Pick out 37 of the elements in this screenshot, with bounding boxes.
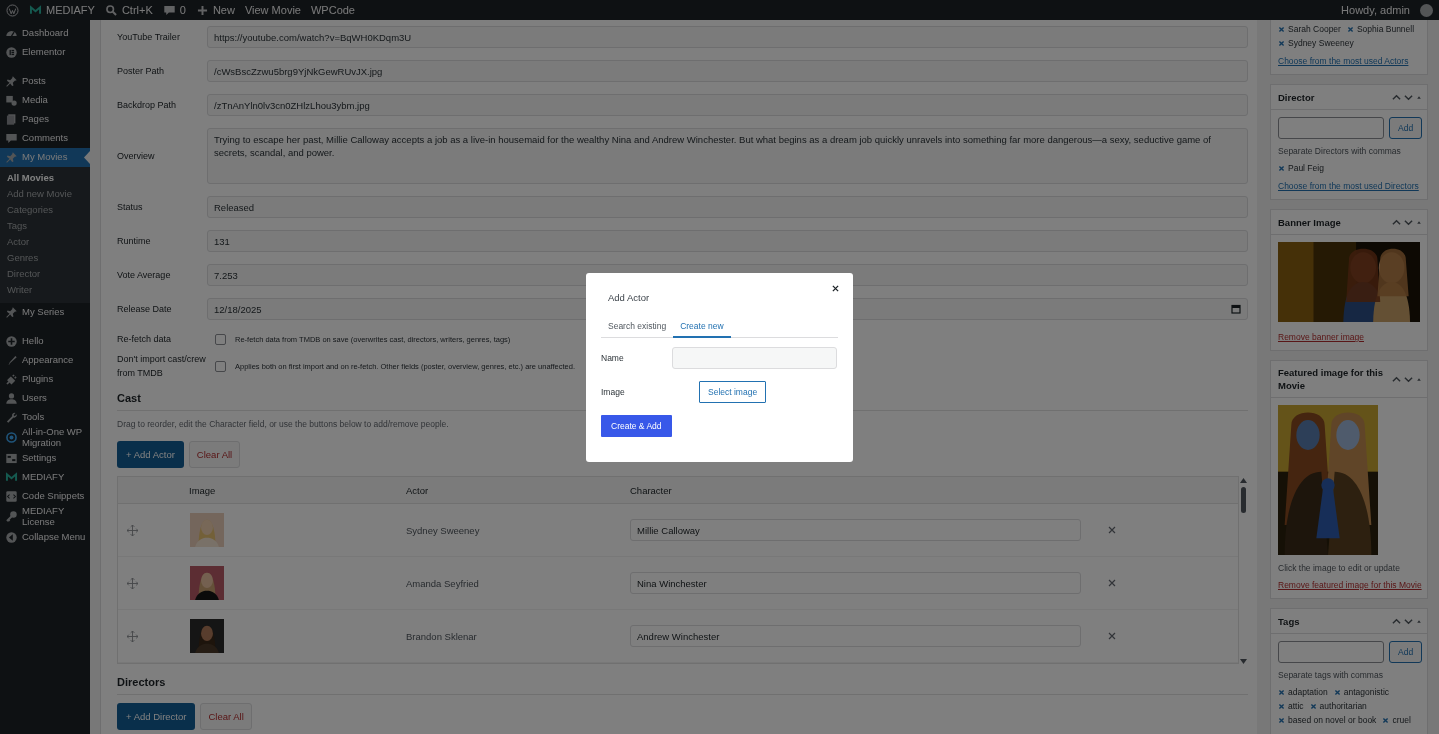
table-cell-text: Amanda Seyfried [406, 577, 480, 589]
field-label: Re-fetch data [117, 333, 173, 346]
field-label: YouTube Trailer [117, 31, 181, 44]
field-label: Poster Path [117, 65, 166, 78]
tag-label: adaptation [1288, 687, 1328, 697]
panel-title: Director [1278, 90, 1315, 104]
field-label: Status [117, 201, 144, 214]
tag-label: Sarah Cooper [1288, 24, 1341, 34]
tag-label: antagonistic [1343, 687, 1390, 697]
field-label: Name [601, 352, 625, 363]
tag-label: based on novel or book [1288, 715, 1377, 725]
panel-title: Banner Image [1278, 215, 1341, 229]
tag-label: attic [1288, 701, 1304, 711]
table-cell-text: Brandon Sklenar [406, 630, 478, 642]
tag-label: Sydney Sweeney [1288, 38, 1354, 48]
tag-label: Sophia Bunnell [1356, 24, 1415, 34]
hint-text: Drag to reorder, edit the Character field, or use the buttons below to add/remove people. [117, 419, 449, 429]
tag-label: authoritarian [1319, 701, 1367, 711]
hint-text: Separate tags with commas [1278, 670, 1384, 680]
column-header: Character [630, 484, 673, 496]
tag-label: Paul Feig [1288, 163, 1324, 173]
field-label: Vote Average [117, 269, 172, 282]
field-label: Overview [117, 150, 156, 163]
tag-label: cruel [1392, 715, 1411, 725]
column-header: Image [188, 484, 217, 496]
table-cell-text: Sydney Sweeney [406, 524, 481, 536]
field-label: Runtime [117, 235, 152, 248]
field-label: Backdrop Path [117, 99, 178, 112]
column-header: Actor [406, 484, 430, 496]
panel-title: Featured image for this Movie [1278, 366, 1385, 392]
section-heading: Directors [117, 676, 1248, 695]
panel-title: Tags [1278, 614, 1300, 628]
hint-text: Click the image to edit or update [1278, 563, 1401, 573]
field-label: Don't import cast/crew from TMDB [117, 353, 207, 380]
field-label: Release Date [117, 303, 173, 316]
dialog-title: Add Actor [608, 291, 651, 303]
hint-text: Separate Directors with commas [1278, 146, 1402, 156]
